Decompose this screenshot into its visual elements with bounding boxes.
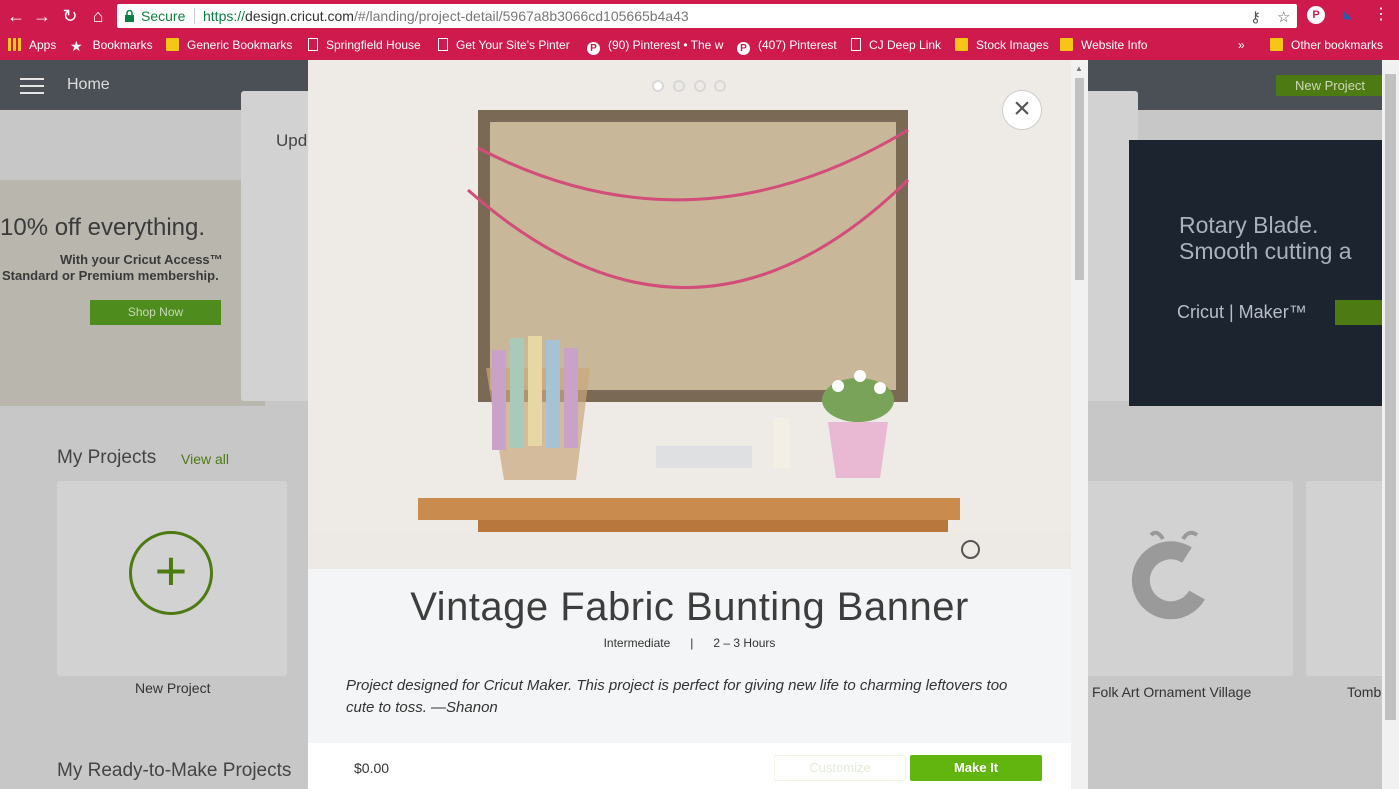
bookmark-other[interactable]: Other bookmarks — [1270, 37, 1383, 53]
project-card[interactable] — [1063, 481, 1293, 676]
browser-chrome: ← → ↻ ⌂ Secure https://design.cricut.com… — [0, 0, 1399, 60]
home-icon[interactable]: ⌂ — [86, 4, 110, 28]
bookmark-generic[interactable]: Generic Bookmarks — [166, 37, 292, 53]
project-meta: Intermediate | 2 – 3 Hours — [308, 636, 1071, 650]
pinterest-extension-icon[interactable]: P — [1307, 6, 1325, 24]
extension-icon[interactable]: ◣ — [1339, 6, 1357, 24]
bookmark-springfield[interactable]: Springfield House — [308, 37, 421, 53]
bunting-banner-image — [308, 60, 1071, 569]
pinterest-icon: P — [737, 42, 750, 55]
modal-scrollbar[interactable]: ▲ — [1071, 60, 1088, 789]
photo-caption-band — [308, 532, 1071, 569]
page-icon — [438, 38, 448, 51]
modal-footer: $0.00 Customize Make It — [308, 743, 1071, 789]
folder-icon — [955, 38, 968, 51]
page-icon — [308, 38, 318, 51]
bookmark-stock-images[interactable]: Stock Images — [955, 37, 1049, 53]
card-label: New Project — [135, 680, 211, 696]
card-label: Tomb — [1347, 684, 1382, 700]
print-icon[interactable] — [961, 540, 980, 559]
folder-icon — [1060, 38, 1073, 51]
folder-icon — [1270, 38, 1283, 51]
project-description: Project designed for Cricut Maker. This … — [346, 677, 1008, 716]
project-detail-modal: × Vintage Fabric Bunting Banner Intermed… — [308, 60, 1088, 789]
make-it-button[interactable]: Make It — [910, 755, 1042, 781]
forward-icon[interactable]: → — [30, 4, 54, 28]
bookmark-pinterest-site[interactable]: Get Your Site's Pinter — [438, 37, 570, 53]
difficulty-level: Intermediate — [603, 636, 671, 650]
lock-icon — [125, 10, 134, 22]
plus-icon: + — [129, 531, 213, 615]
meta-separator: | — [690, 636, 694, 650]
address-bar[interactable]: Secure https://design.cricut.com/#/landi… — [117, 4, 1297, 28]
url-text[interactable]: https://design.cricut.com/#/landing/proj… — [203, 4, 689, 28]
new-project-button[interactable]: New Project — [1276, 75, 1384, 96]
cricut-logo-icon — [1131, 530, 1205, 620]
section-title: My Projects — [57, 447, 157, 468]
close-icon[interactable]: × — [1002, 90, 1042, 130]
carousel-dot-active[interactable] — [652, 80, 664, 92]
promo-subtitle: With your Cricut Access™ — [60, 252, 223, 267]
rotary-blade-banner: Rotary Blade. Smooth cutting a Cricut | … — [1129, 140, 1399, 406]
promo-subtitle: Standard or Premium membership. — [2, 268, 219, 283]
star-icon[interactable]: ☆ — [1277, 6, 1290, 30]
folder-icon — [166, 38, 179, 51]
dialog-title: Upd — [276, 131, 308, 150]
bookmark-overflow[interactable]: » — [1238, 37, 1245, 53]
banner-headline: Smooth cutting a — [1179, 238, 1352, 264]
shop-now-button[interactable]: Shop Now — [90, 300, 221, 325]
project-duration: 2 – 3 Hours — [713, 636, 776, 650]
hamburger-menu-icon[interactable] — [20, 78, 44, 94]
bookmark-pinterest-407[interactable]: P (407) Pinterest — [737, 37, 837, 55]
bookmark-apps[interactable]: Apps — [8, 37, 56, 53]
new-project-card[interactable]: + — [57, 481, 287, 676]
reload-icon[interactable]: ↻ — [58, 4, 82, 28]
bookmark-pinterest-90[interactable]: P (90) Pinterest • The w — [587, 37, 723, 55]
scroll-up-icon[interactable]: ▲ — [1075, 64, 1083, 73]
bookmark-website-info[interactable]: Website Info — [1060, 37, 1147, 53]
cricut-maker-logo: Cricut | Maker™ — [1177, 302, 1307, 322]
back-icon[interactable]: ← — [4, 4, 28, 28]
project-title: Vintage Fabric Bunting Banner — [410, 585, 969, 629]
scrollbar-thumb[interactable] — [1075, 78, 1084, 280]
key-icon[interactable]: ⚷ — [1250, 6, 1261, 30]
separator — [194, 8, 195, 24]
bookmark-cj-deep-link[interactable]: CJ Deep Link — [851, 37, 941, 53]
page-scrollbar-thumb[interactable] — [1385, 74, 1396, 720]
page-title[interactable]: Home — [67, 76, 110, 94]
project-price: $0.00 — [354, 760, 390, 776]
carousel-dot[interactable] — [714, 80, 726, 92]
star-icon: ★ — [70, 38, 83, 54]
section-title: My Ready-to-Make Projects — [57, 760, 292, 781]
page-icon — [851, 38, 861, 51]
bookmark-bookmarks[interactable]: ★ Bookmarks — [70, 37, 153, 54]
promo-banner: 10% off everything. With your Cricut Acc… — [0, 180, 265, 406]
apps-icon — [8, 38, 21, 51]
bookmarks-bar: Apps ★ Bookmarks Generic Bookmarks Spring… — [0, 32, 1399, 60]
view-all-link[interactable]: View all — [181, 451, 229, 467]
carousel-dot[interactable] — [673, 80, 685, 92]
menu-icon[interactable]: ⋮ — [1372, 6, 1390, 24]
secure-label: Secure — [141, 8, 186, 24]
carousel-dot[interactable] — [694, 80, 706, 92]
page-scrollbar[interactable] — [1382, 60, 1399, 789]
pinterest-icon: P — [587, 42, 600, 55]
project-photo — [308, 60, 1071, 569]
promo-title: 10% off everything. — [0, 214, 206, 241]
banner-headline: Rotary Blade. — [1179, 212, 1319, 238]
card-label: Folk Art Ornament Village — [1092, 684, 1252, 700]
customize-button[interactable]: Customize — [774, 755, 906, 781]
